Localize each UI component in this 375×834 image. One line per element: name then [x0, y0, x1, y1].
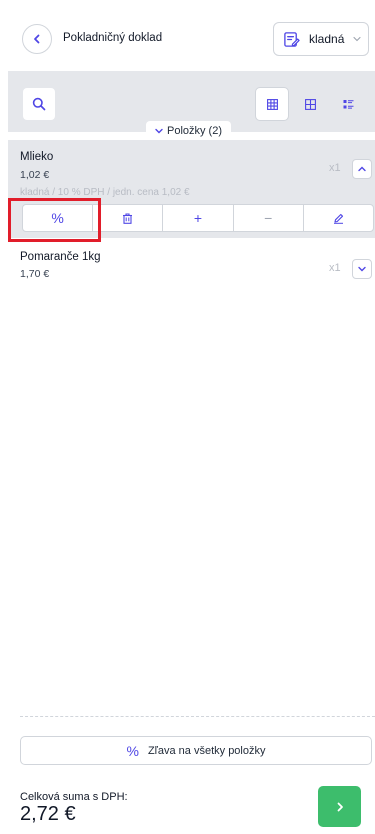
- grid-small-icon: [266, 98, 278, 110]
- expand-button[interactable]: [352, 259, 372, 279]
- decrease-quantity-button[interactable]: −: [234, 205, 304, 231]
- header: Pokladničný doklad kladná: [0, 20, 375, 60]
- total-value: 2,72 €: [20, 803, 76, 825]
- chevron-left-icon: [34, 34, 40, 44]
- list-item[interactable]: Pomaranče 1kg 1,70 € x1: [8, 248, 375, 288]
- discount-button[interactable]: %: [23, 205, 94, 231]
- item-price: 1,70 €: [20, 268, 50, 280]
- page-title: Pokladničný doklad: [63, 32, 163, 44]
- item-actions: % + −: [22, 204, 374, 232]
- chevron-down-icon: [155, 128, 163, 133]
- view-grid-large-button[interactable]: [293, 87, 327, 121]
- chevron-up-icon: [358, 166, 366, 172]
- view-list-button[interactable]: [331, 87, 365, 121]
- plus-icon: +: [193, 210, 203, 226]
- items-section-label: Položky (2): [166, 124, 223, 137]
- next-button[interactable]: [318, 786, 361, 827]
- minus-icon: −: [264, 210, 273, 226]
- item-name: Mlieko: [20, 151, 54, 163]
- document-type-select[interactable]: kladná: [273, 22, 369, 56]
- edit-document-icon: [283, 31, 300, 48]
- item-name: Pomaranče 1kg: [20, 251, 101, 263]
- search-button[interactable]: [22, 87, 56, 121]
- edit-button[interactable]: [304, 205, 373, 231]
- back-button[interactable]: [22, 24, 52, 54]
- grid-large-icon: [304, 98, 316, 110]
- divider: [20, 716, 375, 717]
- percent-icon: %: [126, 742, 139, 759]
- view-toggle: [255, 87, 371, 121]
- pencil-icon: [333, 213, 343, 224]
- search-icon: [32, 97, 46, 111]
- trash-icon: [123, 212, 133, 224]
- view-grid-small-button[interactable]: [255, 87, 289, 121]
- item-quantity: x1: [329, 162, 341, 174]
- item-price: 1,02 €: [20, 169, 50, 181]
- increase-quantity-button[interactable]: +: [163, 205, 234, 231]
- chevron-down-icon: [353, 35, 361, 43]
- items-section-toggle[interactable]: Položky (2): [146, 121, 231, 140]
- total-label: Celková suma s DPH:: [20, 791, 128, 803]
- list-icon: [343, 99, 353, 109]
- chevron-down-icon: [358, 266, 366, 272]
- document-type-label: kladná: [309, 32, 345, 46]
- item-quantity: x1: [329, 262, 341, 274]
- list-item[interactable]: Mlieko 1,02 € kladná / 10 % DPH / jedn. …: [8, 140, 375, 238]
- chevron-right-icon: [337, 802, 343, 811]
- collapse-button[interactable]: [352, 159, 372, 179]
- discount-all-button[interactable]: % Zľava na všetky položky: [20, 736, 372, 765]
- percent-icon: %: [51, 210, 64, 226]
- discount-all-label: Zľava na všetky položky: [147, 744, 266, 757]
- delete-button[interactable]: [93, 205, 164, 231]
- item-detail: kladná / 10 % DPH / jedn. cena 1,02 €: [20, 187, 190, 198]
